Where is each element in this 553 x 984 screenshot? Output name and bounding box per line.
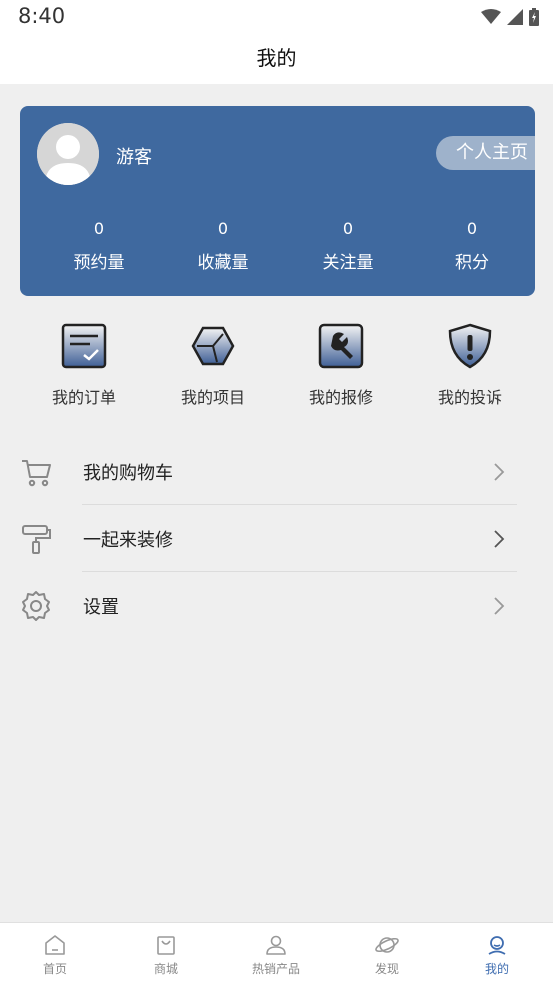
stat-label: 积分	[455, 253, 489, 273]
shopping-bag-icon	[157, 936, 175, 955]
action-label: 我的订单	[51, 388, 116, 407]
quick-actions: 我的订单 我的项目 我的报修 我的投诉	[0, 322, 553, 412]
my-orders-button[interactable]: 我的订单	[22, 322, 146, 408]
order-icon	[61, 323, 107, 369]
tab-label: 发现	[374, 962, 399, 976]
repair-icon	[318, 323, 364, 369]
stat-appointments[interactable]: 0 预约量	[37, 216, 161, 273]
tab-label: 首页	[42, 962, 67, 976]
tab-home[interactable]: 首页	[0, 923, 110, 984]
battery-icon	[529, 8, 539, 26]
username: 游客	[116, 147, 152, 168]
home-icon	[45, 935, 65, 955]
my-projects-button[interactable]: 我的项目	[151, 322, 275, 408]
chevron-right-icon	[494, 463, 505, 481]
profile-card: 游客 个人主页 0 预约量 0 收藏量 0 关注量 0 积分	[20, 106, 535, 296]
chevron-right-icon	[494, 530, 505, 548]
tab-label: 我的	[484, 962, 509, 976]
cart-icon	[22, 460, 51, 487]
stat-value: 0	[342, 219, 354, 238]
stat-value: 0	[93, 219, 105, 238]
header: 我的	[0, 34, 553, 84]
stat-label: 收藏量	[197, 253, 249, 273]
profile-icon	[488, 936, 506, 955]
wifi-icon	[481, 9, 501, 24]
my-repairs-button[interactable]: 我的报修	[279, 322, 403, 408]
bottom-tab-bar: 首页 商城 热销产品 发现 我的	[0, 922, 553, 984]
stat-favorites[interactable]: 0 收藏量	[161, 216, 285, 273]
menu-list: 我的购物车 一起来装修 设置	[0, 438, 553, 639]
status-bar: 8:40	[0, 0, 553, 34]
stat-value: 0	[466, 219, 478, 238]
tab-mall[interactable]: 商城	[111, 923, 221, 984]
stats-row: 0 预约量 0 收藏量 0 关注量 0 积分	[20, 216, 535, 286]
stat-label: 关注量	[322, 253, 374, 273]
action-label: 我的投诉	[437, 388, 502, 407]
menu-item-label: 设置	[83, 597, 119, 618]
status-icons	[481, 7, 539, 27]
menu-item-label: 一起来装修	[83, 530, 173, 551]
stat-following[interactable]: 0 关注量	[286, 216, 410, 273]
stat-label: 预约量	[73, 253, 125, 273]
signal-icon	[507, 9, 523, 25]
stat-points[interactable]: 0 积分	[410, 216, 534, 273]
menu-item-cart[interactable]: 我的购物车	[0, 438, 553, 505]
personal-homepage-button[interactable]: 个人主页	[436, 136, 535, 170]
status-time: 8:40	[18, 4, 66, 28]
my-complaints-button[interactable]: 我的投诉	[408, 322, 532, 408]
settings-icon	[22, 591, 50, 621]
avatar[interactable]	[37, 123, 99, 185]
tab-label: 热销产品	[251, 962, 300, 976]
menu-item-settings[interactable]: 设置	[0, 572, 553, 639]
stat-value: 0	[217, 219, 229, 238]
action-label: 我的报修	[308, 388, 373, 407]
menu-item-label: 我的购物车	[83, 463, 173, 484]
tab-discover[interactable]: 发现	[332, 923, 442, 984]
tab-mine[interactable]: 我的	[442, 923, 552, 984]
complaint-icon	[448, 323, 492, 369]
person-icon	[266, 935, 286, 955]
tab-label: 商城	[153, 962, 178, 976]
planet-icon	[375, 937, 399, 953]
page-title: 我的	[256, 46, 297, 70]
paint-roller-icon	[22, 525, 51, 554]
tab-hot-products[interactable]: 热销产品	[221, 923, 331, 984]
project-icon	[191, 326, 235, 366]
chevron-right-icon	[494, 597, 505, 615]
menu-item-renovate-together[interactable]: 一起来装修	[0, 505, 553, 572]
default-avatar-icon	[37, 123, 99, 185]
action-label: 我的项目	[180, 388, 245, 407]
